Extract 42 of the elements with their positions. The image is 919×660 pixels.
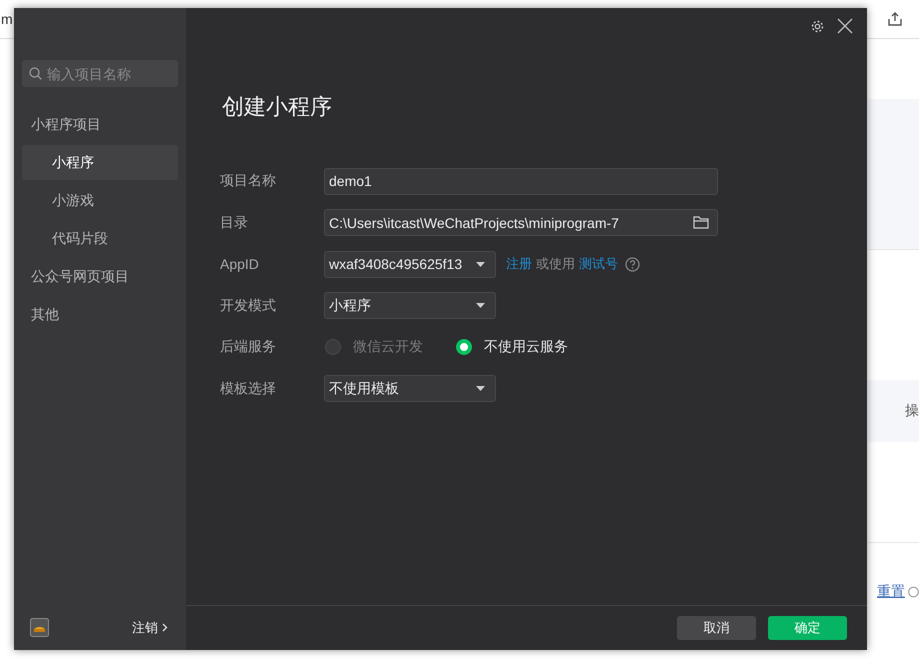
caret-icon bbox=[476, 303, 485, 308]
field-label: 目录 bbox=[220, 214, 249, 232]
sidebar-item[interactable]: 公众号网页项目 bbox=[22, 259, 178, 294]
select-field[interactable]: 小程序 bbox=[324, 292, 496, 319]
field-label: 模板选择 bbox=[220, 380, 277, 398]
caret-icon bbox=[476, 262, 485, 266]
sidebar-item[interactable]: 其他 bbox=[22, 297, 178, 332]
select-field[interactable]: wxaf3408c495625f13 bbox=[324, 250, 496, 278]
text-field[interactable]: demo1 bbox=[324, 168, 718, 194]
field-label: 开发模式 bbox=[220, 296, 277, 314]
sidebar-item[interactable]: 小程序 bbox=[22, 145, 178, 180]
sidebar-item[interactable]: 小程序项目 bbox=[22, 107, 178, 142]
field-label: 后端服务 bbox=[220, 338, 277, 356]
folder-icon[interactable] bbox=[693, 216, 709, 229]
dialog-title: 创建小程序 bbox=[222, 93, 333, 121]
hint-text: 或使用 bbox=[536, 255, 575, 273]
browser-tab-text: m bbox=[1, 11, 13, 27]
field-label: 项目名称 bbox=[220, 172, 277, 190]
column-header: 操 bbox=[905, 402, 919, 420]
search-icon bbox=[29, 67, 42, 80]
select-field[interactable]: 不使用模板 bbox=[324, 375, 496, 402]
caret-icon bbox=[476, 386, 485, 391]
link[interactable]: 测试号 bbox=[579, 255, 618, 273]
logout-link[interactable]: 注销 bbox=[132, 618, 158, 636]
chevron-icon bbox=[162, 623, 168, 632]
avatar-icon[interactable] bbox=[30, 618, 49, 637]
search-field[interactable]: 输入项目名称 bbox=[22, 60, 178, 87]
help-icon[interactable] bbox=[625, 256, 640, 272]
reset-link[interactable]: 重置 bbox=[877, 583, 905, 601]
radio-label: 微信云开发 bbox=[353, 338, 423, 356]
link[interactable]: 注册 bbox=[506, 255, 532, 273]
field-label: AppID bbox=[220, 256, 260, 272]
share-icon[interactable] bbox=[887, 11, 903, 27]
sidebar-item[interactable]: 代码片段 bbox=[22, 221, 178, 256]
settings-icon[interactable] bbox=[810, 18, 825, 34]
radio-button[interactable] bbox=[456, 339, 472, 355]
path-field[interactable]: C:\Users\itcast\WeChatProjects\miniprogram-7 bbox=[324, 209, 718, 236]
sidebar-item[interactable]: 小游戏 bbox=[22, 183, 178, 218]
close-icon[interactable] bbox=[837, 18, 853, 34]
radio-label: 不使用云服务 bbox=[484, 338, 568, 356]
cancel-button[interactable]: 取消 bbox=[677, 616, 756, 640]
help-icon[interactable] bbox=[908, 584, 919, 600]
